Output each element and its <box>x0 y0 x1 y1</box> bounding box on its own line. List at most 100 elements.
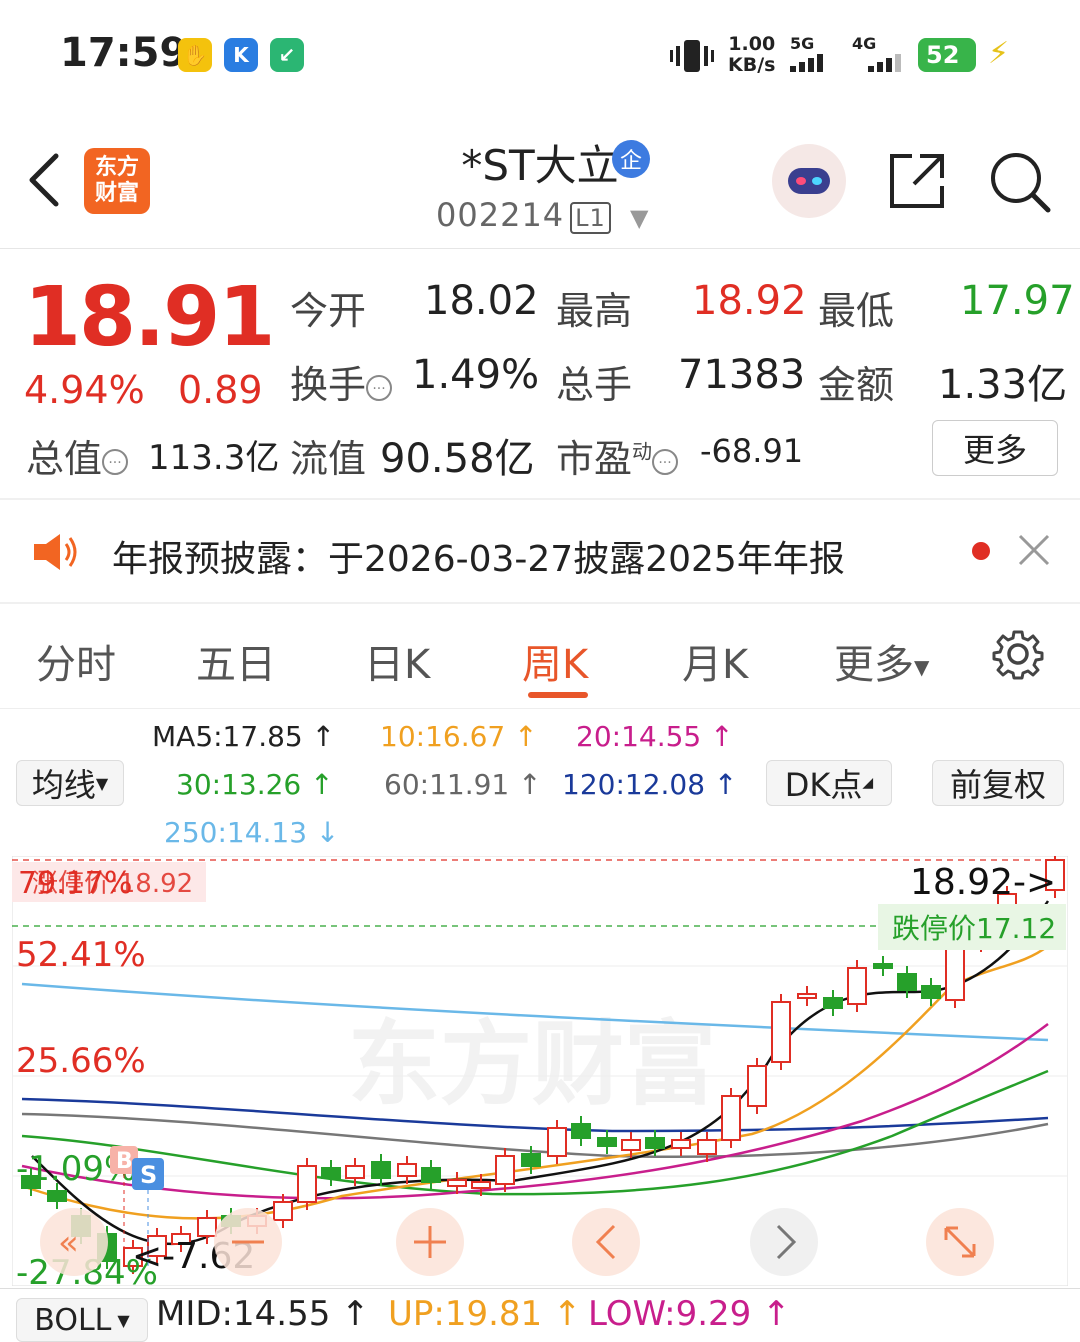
share-icon[interactable] <box>886 150 948 216</box>
candle <box>897 973 917 991</box>
candle <box>273 1201 293 1221</box>
candle <box>797 993 817 999</box>
candle <box>771 1001 791 1063</box>
robot-assistant-icon[interactable] <box>772 144 846 218</box>
net-speed: 1.00 KB/s <box>728 33 776 76</box>
corner-caret-icon: ◢ <box>862 775 874 791</box>
ma20-value: 20:14.55 ↑ <box>576 720 734 753</box>
candle <box>197 1217 217 1237</box>
ma-selector[interactable]: 均线 ▼ <box>16 760 124 806</box>
candle <box>297 1165 317 1203</box>
more-quote-button[interactable]: 更多 <box>932 420 1058 476</box>
y-label-2: 52.41% <box>16 935 146 975</box>
candle <box>621 1139 641 1151</box>
candle <box>345 1165 365 1179</box>
candle <box>921 985 941 999</box>
ma120-value: 120:12.08 ↑ <box>562 768 738 801</box>
tab-monthly-k[interactable]: 月K <box>682 632 748 690</box>
search-icon[interactable] <box>988 150 1052 218</box>
y-label-3: 25.66% <box>16 1041 146 1081</box>
turnover-label[interactable]: 换手 ··· <box>290 354 393 409</box>
limit-down-label: 跌停价17.12 <box>892 912 1056 945</box>
amount-label: 金额 <box>818 363 895 407</box>
candle <box>447 1179 467 1187</box>
high-marker: 18.92-> <box>910 862 1056 903</box>
notice-text[interactable]: 年报预披露：于2026-03-27披露2025年年报 <box>112 530 845 582</box>
market-cap-value: 113.3亿 <box>148 438 280 478</box>
divider <box>0 708 1080 709</box>
vibrate-icon <box>668 38 716 78</box>
tab-weekly-k[interactable]: 周K <box>522 632 588 690</box>
ma10-value: 10:16.67 ↑ <box>380 720 538 753</box>
app-notification-icon: ✋ <box>178 38 212 72</box>
close-icon[interactable] <box>1016 532 1052 572</box>
signal-5g-icon <box>790 54 823 72</box>
active-tab-indicator <box>528 692 588 698</box>
boll-low: LOW:9.29 ↑ <box>588 1294 791 1334</box>
candle <box>721 1095 741 1141</box>
candle <box>471 1181 491 1189</box>
candle <box>847 967 867 1005</box>
info-icon[interactable]: ··· <box>652 448 679 475</box>
tab-daily-k[interactable]: 日K <box>364 632 430 690</box>
limit-up-price-label: 涨停价:18.92 <box>32 869 193 899</box>
ma5-value: MA5:17.85 ↑ <box>152 720 336 753</box>
high-label: 最高 <box>556 289 633 333</box>
market-cap-label[interactable]: 总值 ··· <box>26 428 129 483</box>
float-cap-label: 流值 <box>290 437 367 481</box>
unread-dot <box>972 542 990 560</box>
stock-code: 002214 <box>436 196 565 234</box>
change-amount: 0.89 <box>178 368 263 412</box>
candle <box>747 1065 767 1107</box>
status-time: 17:59 <box>60 30 188 76</box>
amount-value: 1.33亿 <box>938 362 1068 408</box>
watermark: 东方财富 <box>348 1011 716 1118</box>
candle <box>571 1123 591 1139</box>
stock-code-row[interactable]: 002214 L1 ▼ <box>436 196 649 234</box>
pe-label[interactable]: 市盈动 ··· <box>556 428 679 483</box>
sell-marker-label: S <box>140 1161 157 1189</box>
tab-intraday[interactable]: 分时 <box>36 632 116 690</box>
boll-up: UP:19.81 ↑ <box>388 1294 582 1334</box>
change-percent: 4.94% <box>24 368 145 412</box>
candle <box>421 1167 441 1183</box>
candle <box>645 1137 665 1149</box>
candle <box>823 997 843 1009</box>
pe-value: -68.91 <box>700 432 804 470</box>
candle <box>47 1190 67 1202</box>
kline-chart[interactable]: 东方财富 79.17% 涨停价:18.92 52.41% 25.66% -1.0… <box>12 856 1068 1286</box>
buy-marker-label: B <box>116 1149 133 1174</box>
current-price: 18.91 <box>24 270 275 365</box>
adjust-button[interactable]: 前复权 <box>932 760 1064 806</box>
battery-icon: 52 <box>918 38 976 72</box>
scroll-left-button[interactable] <box>572 1208 640 1276</box>
turnover-value: 1.49% <box>412 352 540 398</box>
info-icon[interactable]: ··· <box>102 448 129 475</box>
boll-mid: MID:14.55 ↑ <box>156 1294 370 1334</box>
candle <box>321 1167 341 1179</box>
k-app-icon: K <box>224 38 258 72</box>
dk-point-button[interactable]: DK点 ◢ <box>766 760 892 806</box>
float-cap-value: 90.58亿 <box>380 436 535 482</box>
ma250-value: 250:14.13 ↓ <box>164 816 340 849</box>
indicator-selector[interactable]: BOLL ▼ <box>16 1298 148 1342</box>
divider <box>0 1288 1080 1289</box>
volume-value: 71383 <box>678 352 806 398</box>
low-value: 17.97 <box>960 278 1075 324</box>
low-label: 最低 <box>818 289 895 333</box>
candle <box>371 1161 391 1179</box>
candle <box>597 1137 617 1147</box>
tab-five-day[interactable]: 五日 <box>196 632 276 690</box>
info-icon[interactable]: ··· <box>366 374 393 401</box>
settings-gear-icon[interactable] <box>992 628 1044 684</box>
caret-down-icon: ▼ <box>117 1310 130 1330</box>
candle <box>521 1153 541 1167</box>
candle <box>697 1139 717 1155</box>
tab-more[interactable]: 更多▼ <box>834 632 929 690</box>
candle <box>671 1139 691 1149</box>
chevron-down-icon: ▼ <box>629 204 650 232</box>
speaker-icon <box>30 530 80 578</box>
divider <box>0 602 1080 604</box>
scroll-right-button[interactable] <box>750 1208 818 1276</box>
open-value: 18.02 <box>424 278 539 324</box>
